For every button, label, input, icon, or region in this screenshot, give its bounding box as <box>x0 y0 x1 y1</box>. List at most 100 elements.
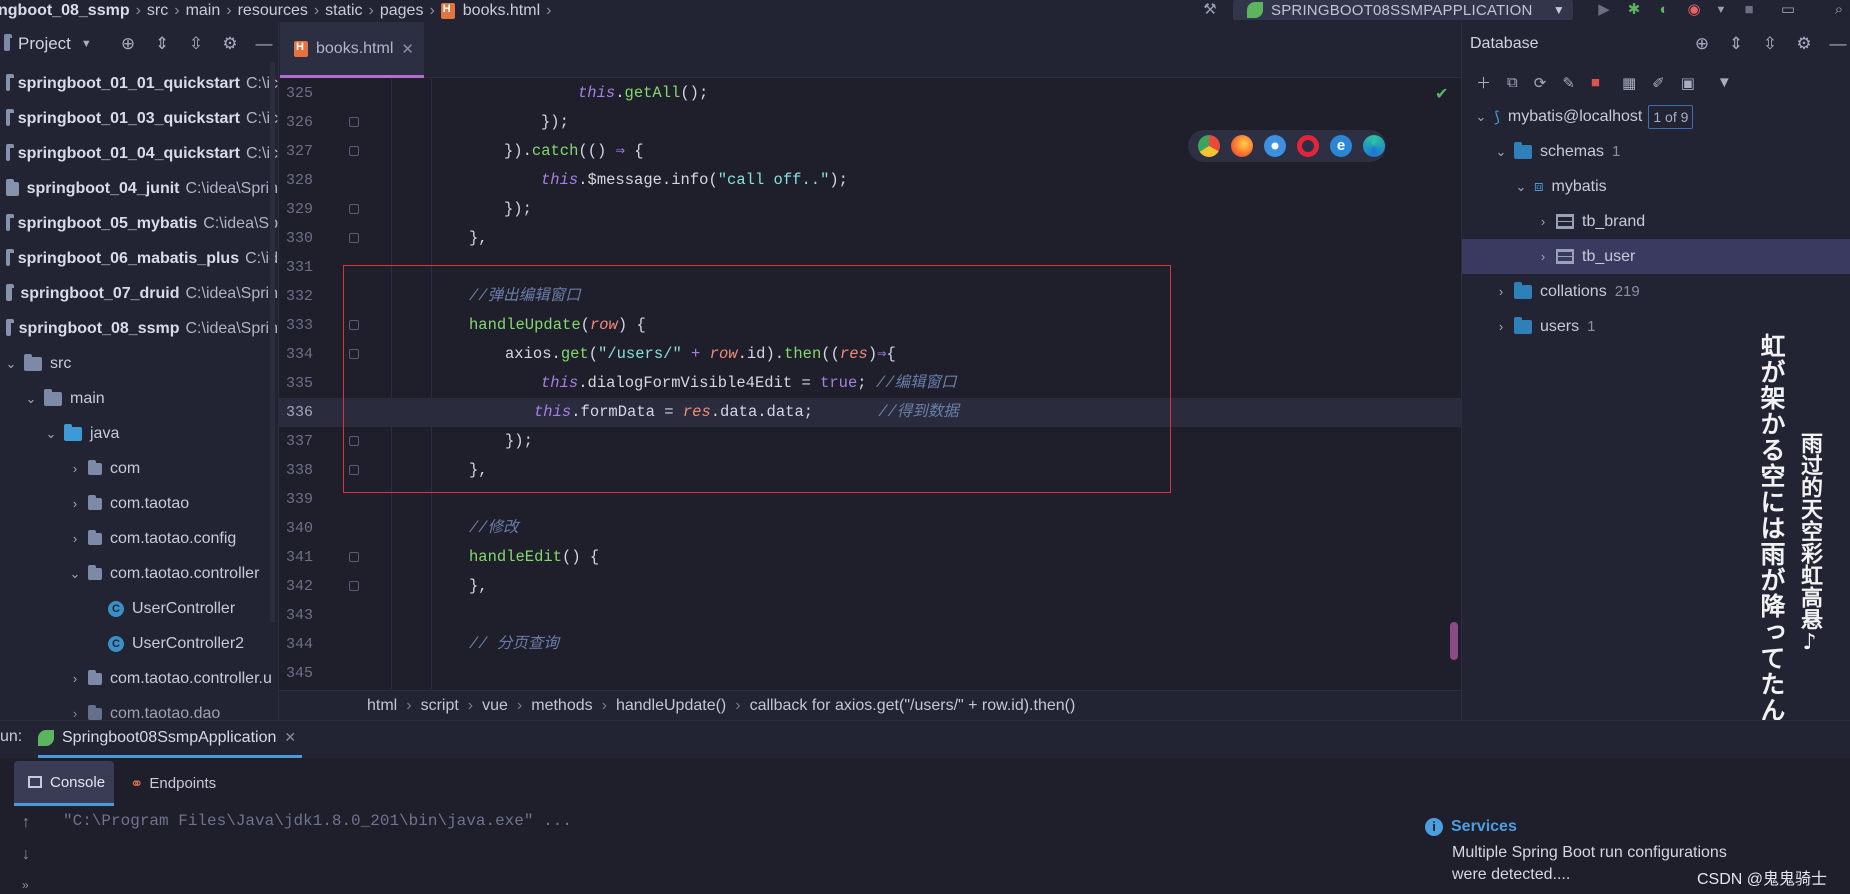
more-run-options-icon[interactable]: ▼ <box>1712 1 1730 19</box>
edit-icon[interactable]: ✐ <box>1652 74 1665 92</box>
chevron-right-icon[interactable]: › <box>1494 284 1508 299</box>
debug-bug-icon[interactable]: ✱ <box>1625 1 1643 19</box>
run-configuration-selector[interactable]: SPRINGBOOT08SSMPAPPLICATION ▼ <box>1233 0 1573 20</box>
tree-folder-main[interactable]: ⌄ main <box>0 381 278 416</box>
chevron-down-icon[interactable]: ⌄ <box>68 566 82 582</box>
gear-icon[interactable]: ⚙ <box>220 34 240 54</box>
tree-class[interactable]: C UserController <box>0 591 278 626</box>
code-line[interactable]: 343 <box>279 601 1461 630</box>
chevron-right-icon[interactable]: › <box>68 671 82 686</box>
tree-module[interactable]: springboot_08_ssmp C:\idea\Sprin <box>0 311 278 346</box>
internet-explorer-icon[interactable]: e <box>1330 135 1352 157</box>
collapse-all-icon[interactable]: ⇳ <box>186 34 206 54</box>
breadcrumb-pages[interactable]: pages <box>380 2 424 20</box>
table-node-selected[interactable]: › tb_user <box>1462 239 1850 274</box>
chevron-down-icon[interactable]: ⌄ <box>1494 144 1508 160</box>
notification-title[interactable]: Services <box>1451 818 1517 836</box>
code-line[interactable]: 341 handleEdit() { <box>279 543 1461 572</box>
fold-marker-icon[interactable] <box>349 233 359 243</box>
fold-marker-icon[interactable] <box>349 204 359 214</box>
schemas-node[interactable]: ⌄ schemas 1 <box>1462 134 1850 169</box>
chevron-right-icon[interactable]: › <box>68 496 82 511</box>
tab-books-html[interactable]: books.html ✕ <box>280 22 424 78</box>
stop-icon[interactable]: ■ <box>1740 1 1758 19</box>
locate-icon[interactable]: ⊕ <box>118 34 138 54</box>
fold-marker-icon[interactable] <box>349 117 359 127</box>
breadcrumb-file[interactable]: books.html <box>463 2 540 20</box>
code-line[interactable]: 344// 分页查询 <box>279 630 1461 659</box>
datasource-count-badge[interactable]: 1 of 9 <box>1648 104 1694 129</box>
code-line[interactable]: 328 this.$message.info("call off.."); <box>279 166 1461 195</box>
chevron-right-icon[interactable]: › <box>1494 319 1508 334</box>
code-line[interactable]: 345 <box>279 659 1461 688</box>
breadcrumb-resources[interactable]: resources <box>238 2 308 20</box>
more-icon[interactable]: » <box>22 878 29 892</box>
safari-icon[interactable] <box>1264 135 1286 157</box>
fold-marker-icon[interactable] <box>349 552 359 562</box>
code-line[interactable]: 340//修改 <box>279 514 1461 543</box>
schema-mybatis-node[interactable]: ⌄ ⧈ mybatis <box>1462 169 1850 204</box>
crumb-handle-update[interactable]: handleUpdate() <box>616 697 726 715</box>
locate-icon[interactable]: ⊕ <box>1692 34 1712 54</box>
schema-settings-icon[interactable]: ✎ <box>1562 74 1575 92</box>
tree-package[interactable]: › com.taotao.dao <box>0 696 278 720</box>
minimize-icon[interactable]: — <box>254 34 274 54</box>
tree-module[interactable]: springboot_01_04_quickstart C:\ic <box>0 136 278 171</box>
tree-folder-java[interactable]: ⌄ java <box>0 416 278 451</box>
firefox-icon[interactable] <box>1231 135 1253 157</box>
chevron-down-icon[interactable]: ⌄ <box>24 391 38 407</box>
code-line[interactable]: 330}, <box>279 224 1461 253</box>
code-line[interactable]: 329}); <box>279 195 1461 224</box>
crumb-vue[interactable]: vue <box>482 697 508 715</box>
add-icon[interactable]: ＋ <box>1476 72 1491 93</box>
crumb-methods[interactable]: methods <box>531 697 592 715</box>
expand-all-icon[interactable]: ⇕ <box>152 34 172 54</box>
chevron-down-icon[interactable]: ⌄ <box>1514 179 1528 195</box>
fold-marker-icon[interactable] <box>349 581 359 591</box>
crumb-script[interactable]: script <box>421 697 459 715</box>
scroll-up-icon[interactable]: ↑ <box>22 814 30 832</box>
chevron-down-icon[interactable]: ▼ <box>81 38 92 50</box>
table-node[interactable]: › tb_brand <box>1462 204 1850 239</box>
breadcrumb-src[interactable]: src <box>147 2 168 20</box>
breadcrumb-project[interactable]: ngboot_08_ssmp <box>0 2 130 20</box>
breadcrumb-static[interactable]: static <box>325 2 362 20</box>
chrome-icon[interactable] <box>1198 135 1220 157</box>
tree-package[interactable]: › com.taotao <box>0 486 278 521</box>
refresh-icon[interactable]: ⟳ <box>1534 74 1547 92</box>
code-line[interactable]: 342}, <box>279 572 1461 601</box>
chevron-right-icon[interactable]: › <box>68 706 82 720</box>
coverage-icon[interactable]: ◐ <box>1655 1 1673 19</box>
expand-all-icon[interactable]: ⇕ <box>1726 34 1746 54</box>
tree-package[interactable]: › com <box>0 451 278 486</box>
chevron-right-icon[interactable]: › <box>1536 249 1550 264</box>
tree-module[interactable]: springboot_06_mabatis_plus C:\id <box>0 241 278 276</box>
minimize-icon[interactable]: — <box>1828 34 1848 54</box>
breadcrumb-main[interactable]: main <box>186 2 221 20</box>
run-icon[interactable]: ▶ <box>1595 1 1613 19</box>
scroll-down-icon[interactable]: ↓ <box>22 846 30 864</box>
close-icon[interactable]: ✕ <box>284 729 296 746</box>
tree-module[interactable]: springboot_07_druid C:\idea\Sprin <box>0 276 278 311</box>
tree-module[interactable]: springboot_05_mybatis C:\idea\Sp <box>0 206 278 241</box>
crumb-html[interactable]: html <box>367 697 397 715</box>
edge-icon[interactable] <box>1363 135 1385 157</box>
tree-package[interactable]: › com.taotao.controller.u <box>0 661 278 696</box>
chevron-down-icon[interactable]: ⌄ <box>1474 109 1488 125</box>
tree-module[interactable]: springboot_04_junit C:\idea\Sprin <box>0 171 278 206</box>
datasource-node[interactable]: ⌄ ⟆ mybatis@localhost 1 of 9 <box>1462 99 1850 134</box>
stop-icon[interactable]: ■ <box>1591 74 1600 91</box>
profiler-icon[interactable]: ◉ <box>1685 1 1703 19</box>
window-icon[interactable]: ▭ <box>1779 1 1797 19</box>
project-title[interactable]: Project <box>18 34 71 54</box>
fold-marker-icon[interactable] <box>349 146 359 156</box>
filter-icon[interactable]: ▼ <box>1717 74 1732 91</box>
tree-folder-src[interactable]: ⌄ src <box>0 346 278 381</box>
tree-package[interactable]: › com.taotao.config <box>0 521 278 556</box>
crumb-callback[interactable]: callback for axios.get("/users/" + row.i… <box>750 697 1076 715</box>
tab-console[interactable]: Console <box>14 761 114 806</box>
code-line[interactable]: 325 this.getAll(); <box>279 79 1461 108</box>
chevron-right-icon[interactable]: › <box>1536 214 1550 229</box>
chevron-down-icon[interactable]: ⌄ <box>44 426 58 442</box>
search-everywhere-icon[interactable]: ⌕ <box>1830 1 1848 19</box>
